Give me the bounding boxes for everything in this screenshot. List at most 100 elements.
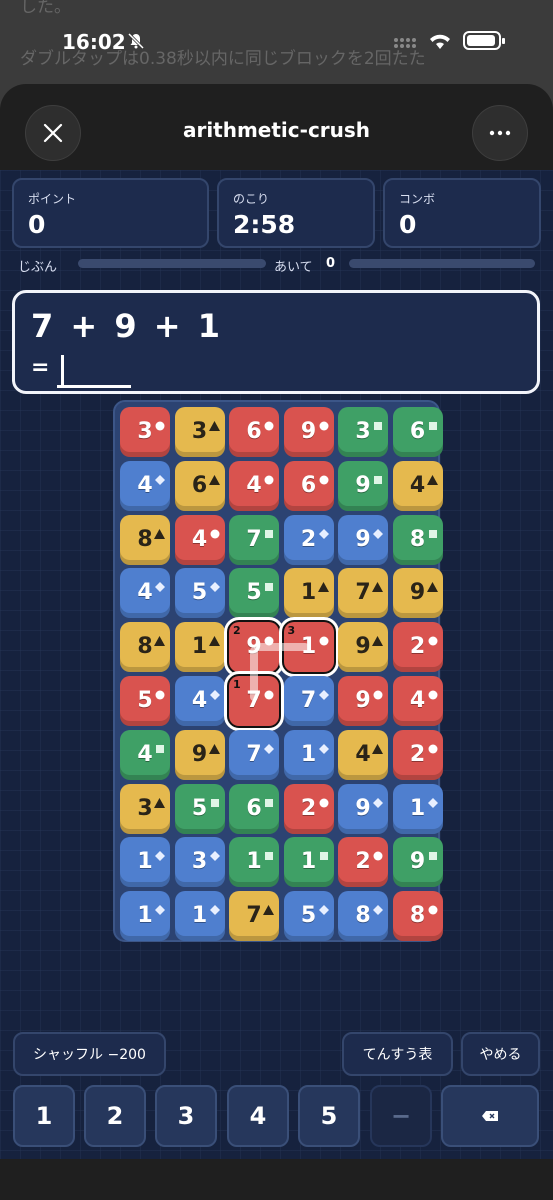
board-tile[interactable]: 1 <box>120 837 170 888</box>
board-tile[interactable]: 5 <box>120 676 170 726</box>
board-tile[interactable]: 1 <box>174 622 225 673</box>
time-value: 2:58 <box>233 210 296 239</box>
board-tile[interactable]: 2 <box>283 514 334 565</box>
board-tile[interactable]: 8 <box>392 514 443 565</box>
tile-number: 3 <box>137 419 153 444</box>
selection-path <box>254 643 309 652</box>
board-tile[interactable]: 2 <box>338 837 388 888</box>
tile-number: 4 <box>246 472 262 498</box>
board-tile[interactable]: 9 <box>338 514 388 565</box>
board-tile[interactable]: 9 <box>338 460 388 511</box>
board-tile[interactable]: 7 <box>283 676 334 726</box>
key-3[interactable]: 3 <box>155 1085 217 1147</box>
board-tile[interactable]: 7 <box>229 514 279 565</box>
status-time: 16:02 <box>62 30 126 54</box>
tile-number: 5 <box>191 580 208 606</box>
board-tile[interactable]: 1 <box>229 837 279 888</box>
board-tile[interactable]: 4 <box>120 568 170 619</box>
tile-number: 7 <box>246 903 262 929</box>
board-tile[interactable]: 4 <box>174 514 225 565</box>
time-label: のこり <box>233 192 270 206</box>
board-tile[interactable]: 2 <box>392 729 443 780</box>
board-tile[interactable]: 4 <box>229 460 279 511</box>
board-tile[interactable]: 8 <box>392 891 443 942</box>
board-tile[interactable]: 9 <box>338 676 388 726</box>
backspace-button[interactable] <box>441 1085 539 1147</box>
selection-order: 1 <box>233 678 241 691</box>
board-tile[interactable]: 6 <box>229 407 279 457</box>
board-tile[interactable]: 6 <box>174 460 225 511</box>
board-tile[interactable]: 4 <box>120 729 170 780</box>
board-tile[interactable]: 6 <box>392 407 443 457</box>
board-tile[interactable]: 1 <box>120 891 170 942</box>
board-tile[interactable]: 1 <box>283 729 334 780</box>
board-tile[interactable]: 4 <box>120 460 170 511</box>
board-tile[interactable]: 1 <box>174 891 225 942</box>
triangle-icon <box>372 627 383 652</box>
board-tile[interactable]: 9 <box>392 837 443 888</box>
board-tile[interactable]: 3 <box>174 837 225 888</box>
board-tile[interactable]: 5 <box>174 783 225 834</box>
key-1[interactable]: 1 <box>13 1085 75 1147</box>
board-tile[interactable]: 9 <box>174 729 225 780</box>
diamond-icon <box>155 896 165 921</box>
circle-icon <box>319 466 329 491</box>
tile-number: 9 <box>355 634 371 660</box>
tile-number: 2 <box>409 741 426 767</box>
board-tile[interactable]: 1 <box>283 568 334 619</box>
board-tile[interactable]: 9 <box>392 568 443 619</box>
board-tile[interactable]: 4 <box>392 460 443 511</box>
board-tile[interactable]: 6 <box>283 460 334 511</box>
board-tile[interactable]: 1 <box>392 783 443 834</box>
tile-number: 2 <box>300 526 317 552</box>
circle-icon <box>210 520 220 545</box>
square-icon <box>428 412 438 437</box>
board-tile[interactable]: 3 <box>120 783 170 834</box>
board-tile[interactable]: 9 <box>338 622 388 673</box>
tile-number: 1 <box>300 580 317 606</box>
diamond-icon <box>155 573 165 598</box>
board-tile[interactable]: 2 <box>392 622 443 673</box>
board-tile[interactable]: 6 <box>229 783 279 834</box>
board-tile[interactable]: 3 <box>338 407 388 457</box>
points-card: ポイント 0 <box>12 178 209 248</box>
board-tile[interactable]: 8 <box>338 891 388 942</box>
board-tile[interactable]: 5 <box>229 568 279 619</box>
board-tile[interactable]: 1 <box>283 837 334 888</box>
board-tile[interactable]: 3 <box>174 407 225 457</box>
board-tile[interactable]: 8 <box>120 622 170 673</box>
answer-input[interactable] <box>57 385 131 388</box>
more-button[interactable] <box>472 105 528 161</box>
quit-button[interactable]: やめる <box>461 1032 540 1076</box>
key-4[interactable]: 4 <box>227 1085 289 1147</box>
key-5[interactable]: 5 <box>298 1085 360 1147</box>
board-tile[interactable]: 5 <box>174 568 225 619</box>
diamond-icon <box>318 896 329 921</box>
bottom-bar <box>0 1159 553 1200</box>
board-tile[interactable]: 3 <box>120 407 170 457</box>
board-tile[interactable]: 2 <box>283 783 334 834</box>
page-title: arithmetic-crush <box>182 118 371 142</box>
score-table-button[interactable]: てんすう表 <box>342 1032 453 1076</box>
board-tile[interactable]: 7 <box>229 891 279 942</box>
backspace-icon <box>482 1111 498 1121</box>
diamond-icon <box>209 573 220 598</box>
board-tile[interactable]: 4 <box>174 676 225 726</box>
board-tile[interactable]: 4 <box>392 676 443 726</box>
board-tile[interactable]: 7 <box>338 568 388 619</box>
triangle-icon <box>154 627 165 652</box>
board-tile[interactable]: 4 <box>338 729 388 780</box>
diamond-icon <box>318 520 329 545</box>
diamond-icon <box>209 681 220 706</box>
tile-number: 1 <box>300 741 317 767</box>
shuffle-button[interactable]: シャッフル −200 <box>13 1032 166 1076</box>
board-tile[interactable]: 8 <box>120 514 170 565</box>
key-2[interactable]: 2 <box>84 1085 146 1147</box>
board-tile[interactable]: 9 <box>283 407 334 457</box>
tile-number: 9 <box>355 526 371 552</box>
board-tile[interactable]: 7 <box>229 729 279 780</box>
opponent-score: 0 <box>326 256 336 271</box>
board-tile[interactable]: 9 <box>338 783 388 834</box>
board-tile[interactable]: 5 <box>283 891 334 942</box>
key-minus[interactable]: − <box>370 1085 432 1147</box>
